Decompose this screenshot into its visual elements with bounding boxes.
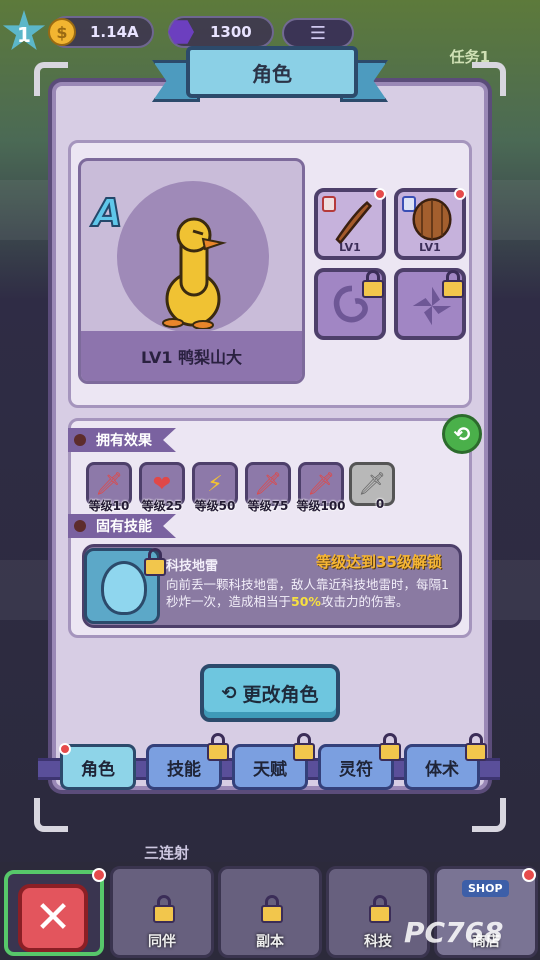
coin-icon: $ — [48, 18, 76, 46]
effect-label: 等级25 — [141, 499, 183, 513]
effect-label: 等级75 — [247, 499, 289, 513]
effect-label: 0 — [375, 497, 385, 511]
bullet-icon — [74, 434, 86, 446]
duck-icon — [162, 217, 227, 329]
skill-name: 科技地雷 — [166, 559, 219, 574]
lock-icon — [261, 895, 283, 923]
notification-dot — [522, 868, 536, 882]
dialog-title: 角色 — [186, 46, 358, 98]
effect-label: 等级100 — [296, 499, 346, 513]
owned-effects-header: 拥有效果 — [68, 428, 176, 452]
watermark: PC768 — [404, 916, 504, 949]
innate-skill-header: 固有技能 — [68, 514, 176, 538]
gem-icon — [168, 20, 194, 44]
tab-body-art[interactable]: 体术 — [404, 733, 487, 790]
notification-dot — [92, 868, 106, 882]
character-name-bar: LV1 鸭梨山大 — [81, 331, 302, 381]
frame-corner — [472, 62, 506, 96]
menu-button[interactable]: ☰ — [282, 18, 354, 48]
tab-skill[interactable]: 技能 — [146, 733, 229, 790]
sword-icon: 🗡 — [307, 471, 335, 497]
equip-slot-shield[interactable]: LV1 — [394, 188, 466, 260]
shop-badge: SHOP — [462, 880, 509, 897]
heart-icon: ❤ — [152, 471, 172, 497]
lock-icon — [465, 733, 487, 761]
skill-unlock-requirement: 等级达到35级解锁 — [316, 553, 442, 571]
skill-description: 向前丢一颗科技地雷，敌人靠近科技地雷时，每隔1秒炸一次，造成相当于50%攻击力的… — [166, 577, 449, 609]
close-icon: ✕ — [34, 892, 72, 943]
notification-dot — [59, 743, 71, 755]
frame-corner — [34, 798, 68, 832]
player-level-star[interactable]: 1 — [2, 10, 46, 51]
refresh-icon: ⟲ — [453, 422, 471, 446]
notification-dot — [454, 188, 466, 200]
equip-slot-shuriken[interactable] — [394, 268, 466, 340]
tab-talisman[interactable]: 灵符 — [318, 733, 401, 790]
coin-value: 1.14A — [90, 23, 139, 41]
change-character-button[interactable]: ⟲ 更改角色 — [200, 664, 340, 722]
shield-icon — [412, 198, 452, 241]
equip-slot-ring[interactable] — [314, 268, 386, 340]
sword-icon: 🗡 — [254, 471, 282, 497]
lock-icon — [153, 895, 175, 923]
bullet-icon — [74, 520, 86, 532]
gem-counter[interactable]: 1300 — [168, 16, 274, 48]
coin-counter[interactable]: $ 1.14A — [48, 16, 154, 48]
lock-icon — [144, 548, 166, 576]
sword-icon: 🗡 — [358, 471, 386, 497]
effect-label: 等级10 — [88, 499, 130, 513]
effect-label: 等级50 — [194, 499, 236, 513]
nav-dungeon[interactable]: 副本 — [218, 866, 322, 958]
notification-dot — [374, 188, 386, 200]
lock-icon — [293, 733, 315, 761]
list-icon: ☰ — [309, 22, 327, 44]
tab-character[interactable]: 角色 — [59, 743, 136, 790]
mine-icon — [101, 561, 147, 615]
lock-icon — [442, 270, 464, 298]
lock-icon — [362, 270, 384, 298]
lightning-icon: ⚡ — [207, 471, 223, 497]
refresh-button[interactable]: ⟲ — [442, 414, 482, 454]
frame-corner — [472, 798, 506, 832]
club-icon — [335, 200, 373, 245]
grade-icon: A — [92, 190, 123, 236]
close-button[interactable]: ✕ — [18, 884, 88, 952]
lock-icon — [207, 733, 229, 761]
nav-companion[interactable]: 同伴 — [110, 866, 214, 958]
character-portrait[interactable]: A LV1 鸭梨山大 — [78, 158, 305, 384]
frame-corner — [34, 62, 68, 96]
background-skill-text: 三连射 — [144, 844, 190, 862]
sword-icon: 🗡 — [95, 471, 123, 497]
equip-slot-weapon[interactable]: LV1 — [314, 188, 386, 260]
gem-value: 1300 — [210, 23, 252, 41]
lock-icon — [369, 895, 391, 923]
tab-talent[interactable]: 天赋 — [232, 733, 315, 790]
lock-icon — [379, 733, 401, 761]
swap-icon: ⟲ — [221, 682, 237, 704]
